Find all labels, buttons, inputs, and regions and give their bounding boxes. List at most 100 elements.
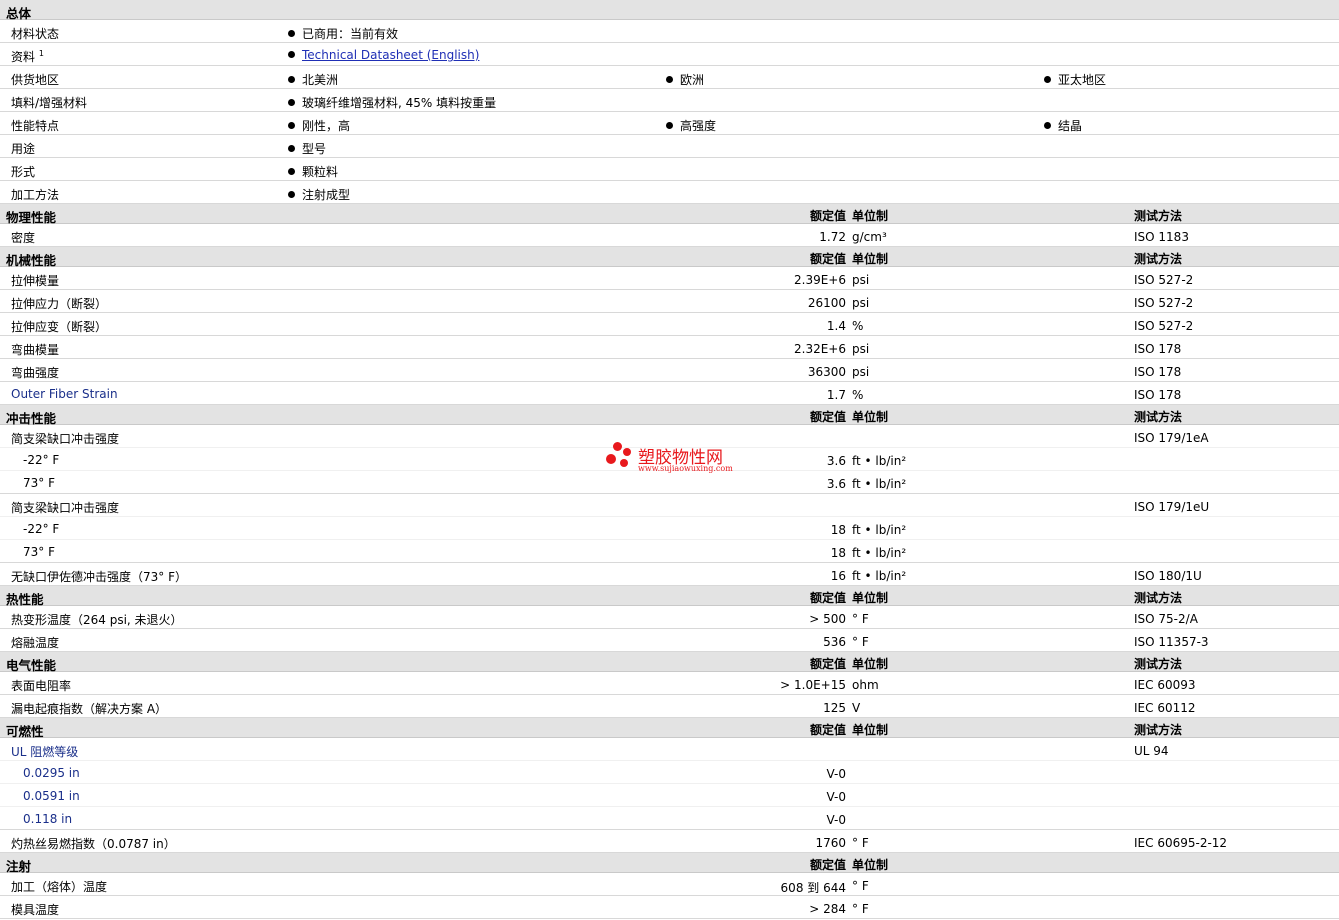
bullet-text: 颗粒料 (302, 165, 339, 179)
property-value: 1760 (815, 836, 846, 850)
property-label-text: 材料状态 (11, 27, 60, 41)
column-header-unit: 单位制 (852, 591, 889, 605)
property-unit: ft • lb/in² (852, 454, 907, 468)
section-header: 机械性能 额定值 单位制 测试方法 (0, 247, 1339, 268)
column-header-method: 测试方法 (1134, 591, 1183, 605)
property-label: 拉伸应力（断裂） (11, 297, 108, 311)
logo-dot (606, 454, 616, 464)
test-method: ISO 11357-3 (1134, 635, 1209, 649)
property-row: 加工方法 注射成型 (0, 181, 1339, 204)
property-label: 形式 (11, 163, 35, 180)
test-method: ISO 1183 (1134, 230, 1189, 244)
test-method: ISO 180/1U (1134, 569, 1202, 583)
property-row: 灼热丝易燃指数（0.0787 in） 1760 ° F IEC 60695-2-12 (0, 830, 1339, 853)
test-method: ISO 178 (1134, 342, 1182, 356)
bullet-text: 结晶 (1058, 119, 1083, 133)
datasheet-link[interactable]: Technical Datasheet (English) (302, 48, 479, 62)
property-row: 熔融温度 536 ° F ISO 11357-3 (0, 629, 1339, 652)
section-header: 电气性能 额定值 单位制 测试方法 (0, 652, 1339, 673)
bullet-item: 已商用：当前有效 (288, 25, 398, 42)
property-row: 性能特点 刚性，高 高强度 结晶 (0, 112, 1339, 135)
property-row: 用途 型号 (0, 135, 1339, 158)
property-row: 密度 1.72 g/cm³ ISO 1183 (0, 224, 1339, 247)
property-row: Outer Fiber Strain 1.7% ISO 178 (0, 382, 1339, 405)
bullet-text: 北美洲 (302, 73, 339, 87)
watermark-url: www.sujiaowuxing.com (638, 464, 733, 473)
bullet-text: 注射成型 (302, 188, 351, 202)
property-label: 密度 (11, 231, 36, 245)
section-header: 物理性能 额定值 单位制 测试方法 (0, 204, 1339, 225)
property-unit: ohm (852, 678, 879, 692)
bullet-item: 玻璃纤维增强材料, 45% 填料按重量 (288, 94, 496, 111)
column-header-value: 额定值 (809, 858, 846, 872)
bullet-text: 欧洲 (680, 73, 705, 87)
column-header-unit: 单位制 (852, 723, 889, 737)
logo-dot (613, 442, 622, 451)
bullet-text: 高强度 (680, 119, 717, 133)
property-row: 弯曲强度 36300 psi ISO 178 (0, 359, 1339, 382)
property-label-text: 用途 (11, 142, 36, 156)
property-label: -22° F (23, 453, 60, 467)
column-header-method: 测试方法 (1134, 410, 1183, 424)
property-value: V-0 (826, 813, 846, 827)
property-value: 36300 (807, 365, 846, 379)
bullet-dot-icon (288, 191, 295, 198)
property-value: 16 (830, 569, 846, 583)
property-label: 加工（熔体）温度 (11, 880, 108, 894)
column-header-value: 额定值 (809, 252, 846, 266)
property-value: > 284 (809, 902, 846, 916)
property-row: 加工（熔体）温度 608 到 644 ° F (0, 873, 1339, 896)
property-unit: ft • lb/in² (852, 569, 907, 583)
property-value: 2.39E+6 (794, 273, 846, 287)
property-unit: ft • lb/in² (852, 546, 907, 560)
bullet-text: 刚性，高 (302, 119, 351, 133)
section-header: 热性能 额定值 单位制 测试方法 (0, 586, 1339, 607)
property-unit: ° F (852, 635, 869, 649)
property-label: 材料状态 (11, 25, 59, 42)
bullet-item: 北美洲 (288, 71, 338, 88)
property-value: 1.7 (826, 388, 846, 402)
property-unit: ft • lb/in² (852, 477, 907, 491)
property-label: -22° F (23, 522, 60, 536)
property-label: 弯曲强度 (11, 366, 60, 380)
property-label: 拉伸应变（断裂） (11, 320, 108, 334)
property-unit: psi (852, 342, 870, 356)
property-value: > 1.0E+15 (780, 678, 846, 692)
property-row: 材料状态 已商用：当前有效 (0, 20, 1339, 43)
bullet-dot-icon (288, 122, 295, 129)
test-method: ISO 527-2 (1134, 273, 1194, 287)
property-label: 0.118 in (23, 812, 73, 826)
property-value: 536 (823, 635, 846, 649)
bullet-item: 注射成型 (288, 186, 350, 203)
property-unit: ° F (852, 879, 869, 893)
property-row: -22° F 18 ft • lb/in² (0, 517, 1339, 540)
property-label: 用途 (11, 140, 35, 157)
column-header-method: 测试方法 (1134, 723, 1183, 737)
bullet-item: 高强度 (666, 117, 716, 134)
property-row: 0.0591 in V-0 (0, 784, 1339, 807)
footnote-marker: 1 (38, 49, 44, 58)
bullet-item: Technical Datasheet (English) (288, 48, 479, 62)
property-label: 加工方法 (11, 186, 59, 203)
bullet-dot-icon (1044, 122, 1051, 129)
section-header: 可燃性 额定值 单位制 测试方法 (0, 718, 1339, 739)
property-label: 熔融温度 (11, 636, 60, 650)
property-label: 填料/增强材料 (11, 94, 87, 111)
column-header-value: 额定值 (809, 657, 846, 671)
property-value: V-0 (826, 790, 846, 804)
property-label: 简支梁缺口冲击强度 (11, 501, 120, 515)
property-label: 0.0295 in (23, 766, 80, 780)
bullet-item: 亚太地区 (1044, 71, 1106, 88)
property-unit: ° F (852, 902, 869, 916)
property-label: 弯曲模量 (11, 343, 60, 357)
property-row: UL 阻燃等级 UL 94 (0, 738, 1339, 761)
property-value: 608 到 644 (780, 881, 846, 895)
bullet-item: 刚性，高 (288, 117, 350, 134)
test-method: ISO 527-2 (1134, 319, 1194, 333)
property-unit: ° F (852, 836, 869, 850)
bullet-text: 玻璃纤维增强材料, 45% 填料按重量 (302, 96, 497, 110)
property-unit: psi (852, 365, 870, 379)
test-method: ISO 178 (1134, 388, 1182, 402)
column-header-value: 额定值 (809, 209, 846, 223)
logo-dot (623, 448, 631, 456)
